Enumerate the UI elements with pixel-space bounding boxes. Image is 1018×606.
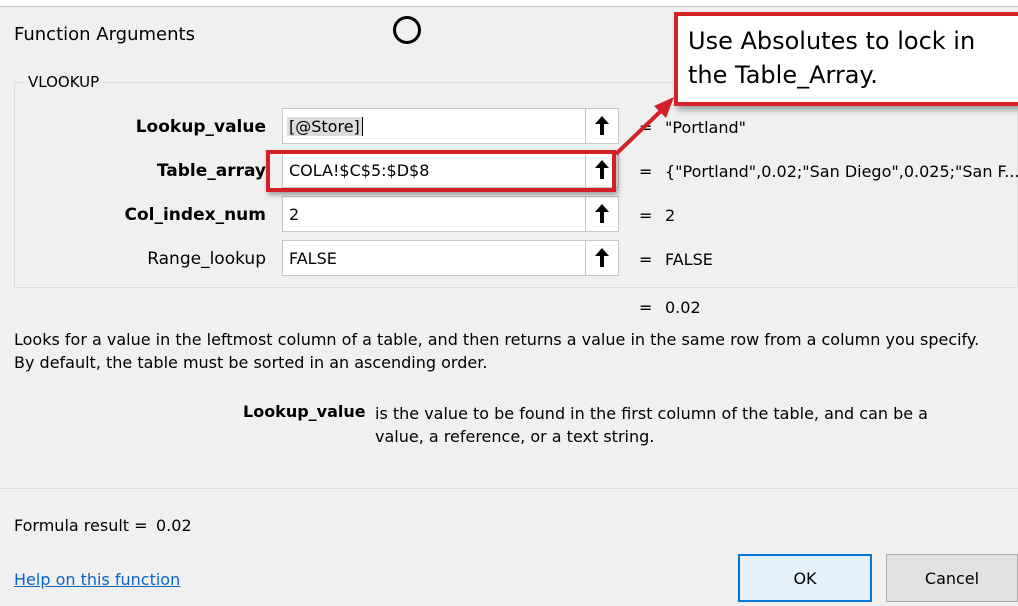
annotation-callout: Use Absolutes to lock in the Table_Array… [674, 12, 1018, 106]
